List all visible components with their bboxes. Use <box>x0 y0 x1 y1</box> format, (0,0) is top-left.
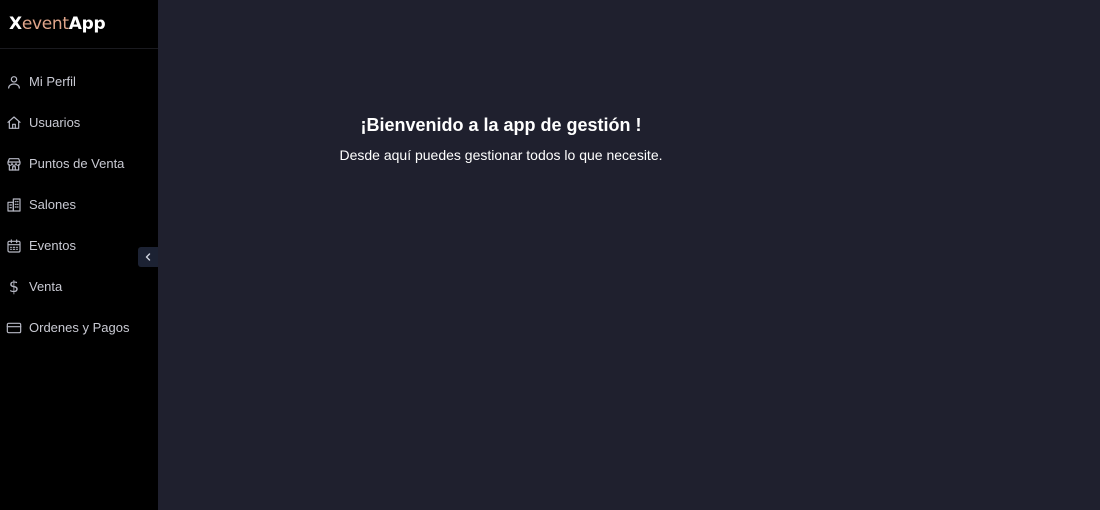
sidebar-item-label: Eventos <box>29 238 76 253</box>
sidebar: Xevent App Mi Perfil Usuarios Puntos de … <box>0 0 158 510</box>
building-icon <box>5 196 23 214</box>
sidebar-nav: Mi Perfil Usuarios Puntos de Venta Salon… <box>0 49 158 348</box>
credit-card-icon <box>5 319 23 337</box>
sidebar-item-venta[interactable]: $ Venta <box>0 266 158 307</box>
app-logo[interactable]: Xevent App <box>0 0 158 49</box>
sidebar-item-label: Mi Perfil <box>29 74 76 89</box>
sidebar-collapse-button[interactable] <box>138 247 158 267</box>
app-root: Xevent App Mi Perfil Usuarios Puntos de … <box>0 0 1100 510</box>
calendar-icon <box>5 237 23 255</box>
welcome-subtitle: Desde aquí puedes gestionar todos lo que… <box>339 147 663 163</box>
main-content <box>158 0 1100 510</box>
user-icon <box>5 73 23 91</box>
chevron-left-icon <box>143 252 153 262</box>
dollar-icon: $ <box>8 276 20 296</box>
sidebar-item-label: Salones <box>29 197 76 212</box>
sidebar-item-eventos[interactable]: Eventos <box>0 225 158 266</box>
sidebar-item-label: Ordenes y Pagos <box>29 320 130 335</box>
logo-part-event: event <box>21 14 69 34</box>
sidebar-item-mi-perfil[interactable]: Mi Perfil <box>0 61 158 102</box>
logo-part-app: App <box>68 14 106 34</box>
sidebar-item-label: Venta <box>29 279 63 294</box>
logo-part-x: X <box>9 14 22 34</box>
sidebar-item-salones[interactable]: Salones <box>0 184 158 225</box>
sidebar-item-ordenes-y-pagos[interactable]: Ordenes y Pagos <box>0 307 158 348</box>
welcome-title: ¡Bienvenido a la app de gestión ! <box>360 115 642 135</box>
